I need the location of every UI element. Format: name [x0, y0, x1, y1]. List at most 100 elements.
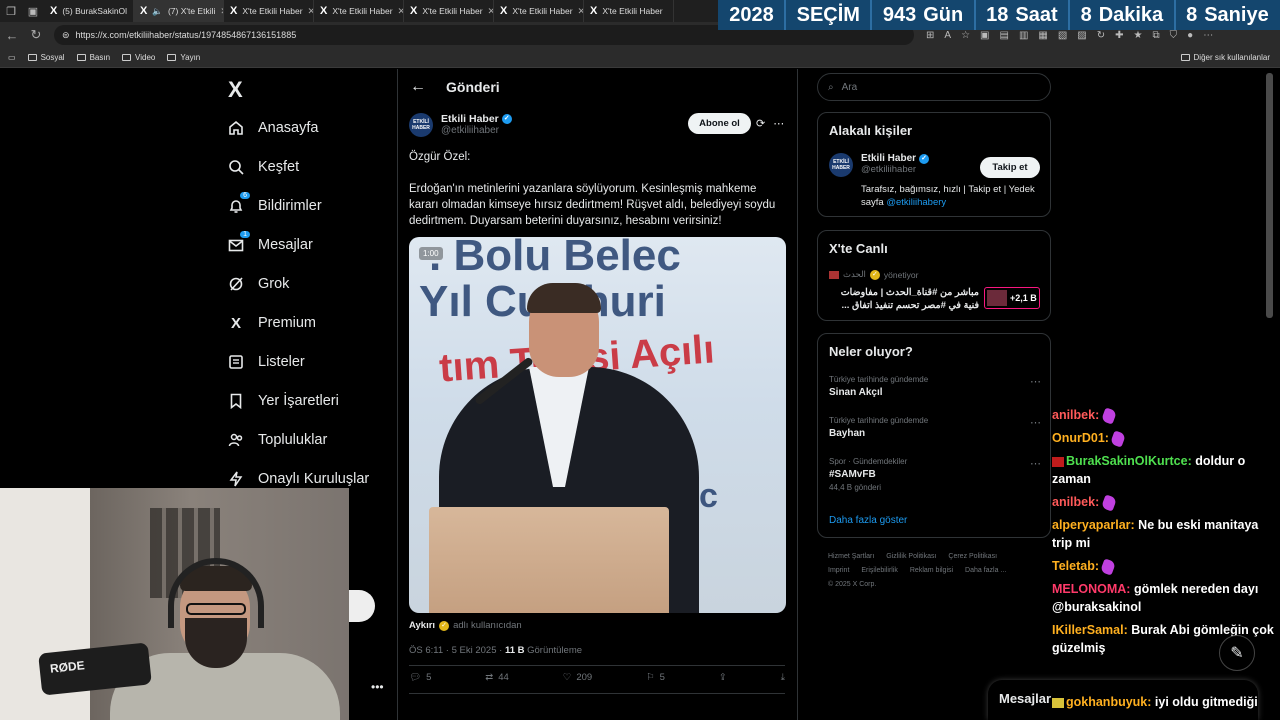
trend-more-icon[interactable]: ⋯ — [1030, 375, 1041, 388]
author-handle[interactable]: @etkiliihaber — [441, 125, 512, 136]
nav-item-premium[interactable]: X Premium — [228, 311, 316, 335]
like-button[interactable]: ♡ 209 — [563, 672, 592, 683]
reply-button[interactable]: 💬︎ 5 — [409, 672, 431, 683]
related-people-card: Alakalı kişiler ETKİLİ HABER Etkili Habe… — [817, 112, 1051, 217]
trend-context: Türkiye tarihinde gündemde — [829, 416, 929, 425]
site-info-icon[interactable]: ⊜ — [62, 30, 70, 41]
extension-icon[interactable]: ▣ — [980, 30, 989, 41]
footer-link[interactable]: Hizmet Şartları — [828, 553, 874, 560]
star-icon[interactable]: ☆ — [961, 30, 970, 41]
bookmark-icon — [228, 393, 244, 409]
share-button[interactable]: ⇪ — [719, 672, 727, 683]
avatar[interactable]: ETKİLİ HABER — [829, 153, 853, 177]
puzzle-icon[interactable]: ✚ — [1115, 30, 1123, 41]
other-bookmarks[interactable]: Diğer sık kullanılanlar — [1180, 53, 1270, 62]
browser-tab[interactable]: XX'te Etkili Haber✕ — [404, 0, 494, 22]
nav-item-explore[interactable]: Keşfet — [228, 155, 299, 179]
extension-icon[interactable]: ▨ — [1077, 30, 1086, 41]
apps-icon[interactable]: ⊞ — [926, 30, 934, 41]
nav-item-grok[interactable]: Grok — [228, 272, 289, 296]
verified-badge-icon: ✓ — [501, 114, 512, 124]
browser-tab[interactable]: XX'te Etkili Haber✕ — [224, 0, 314, 22]
back-icon[interactable]: ← — [0, 28, 24, 43]
bio-link[interactable]: @etkiliihabery — [886, 197, 946, 208]
extension-icon[interactable]: ▦ — [1038, 30, 1047, 41]
favorites-icon[interactable]: ★ — [1134, 30, 1143, 41]
search-input[interactable]: ⌕ Ara — [817, 73, 1051, 101]
back-arrow-icon[interactable]: ← — [410, 78, 426, 96]
follow-button[interactable]: Takip et — [980, 157, 1040, 178]
trend-item[interactable]: Spor · Gündemdekiler #SAMvFB 44,4 B gönd… — [829, 457, 1041, 492]
bookmark-button[interactable]: ⚐ 5 — [646, 672, 665, 683]
bookmark-folder[interactable]: Basın — [76, 53, 110, 62]
x-logo[interactable]: X — [228, 77, 243, 103]
nav-label: Listeler — [258, 354, 305, 370]
refresh-extension-icon[interactable]: ↻ — [1097, 30, 1105, 41]
more-icon[interactable]: ••• — [371, 680, 384, 694]
bookmark-folder[interactable]: Yayın — [167, 53, 200, 62]
scrollbar[interactable] — [1266, 73, 1273, 318]
reload-icon[interactable]: ↻ — [24, 27, 48, 43]
browser-tab-active[interactable]: X🔈(7) X'te Etkili✕ — [134, 0, 224, 22]
trend-item[interactable]: Türkiye tarihinde gündemde Bayhan ⋯ — [829, 416, 1041, 439]
attribution-name[interactable]: Aykırı — [409, 620, 435, 631]
mail-icon: 1 — [228, 231, 250, 253]
nav-item-notifications[interactable]: 6 Bildirimler — [228, 192, 322, 218]
person-handle[interactable]: @etkiliihaber — [861, 164, 929, 175]
footer-link[interactable]: Çerez Politikası — [948, 553, 997, 560]
reading-list-icon[interactable]: ▭ — [8, 53, 16, 62]
bookmark-folder[interactable]: Video — [122, 53, 155, 62]
post-timestamp[interactable]: ÖS 6:11 · 5 Eki 2025 · — [409, 645, 502, 656]
footer-link[interactable]: Reklam bilgisi — [910, 567, 953, 574]
video-attribution[interactable]: Aykırı ✓ adlı kullanıcıdan — [409, 620, 522, 631]
related-person[interactable]: ETKİLİ HABER Etkili Haber ✓ @etkiliihaber — [829, 153, 930, 177]
trend-more-icon[interactable]: ⋯ — [1030, 457, 1041, 470]
footer-link[interactable]: Gizlilik Politikası — [886, 553, 936, 560]
nav-item-lists[interactable]: Listeler — [228, 350, 305, 374]
nav-item-communities[interactable]: Topluluklar — [228, 428, 327, 452]
author-name[interactable]: Etkili Haber — [441, 113, 499, 125]
extension-icon[interactable]: ▤ — [999, 30, 1008, 41]
nav-item-home[interactable]: Anasayfa — [228, 116, 318, 140]
browser-tab[interactable]: X (5) BurakSakinOl — [44, 0, 134, 22]
collections-icon[interactable]: ⧉ — [1153, 30, 1160, 41]
video-duration: 1:00 — [419, 247, 443, 260]
show-more-link[interactable]: Daha fazla göster — [829, 515, 907, 526]
compose-message-icon[interactable]: ✎ — [1219, 635, 1255, 671]
extension-icon[interactable]: ▧ — [1058, 30, 1067, 41]
trend-more-icon[interactable]: ⋯ — [1030, 416, 1041, 429]
avatar[interactable]: ETKİLİ HABER — [409, 113, 433, 137]
nav-item-messages[interactable]: 1 Mesajlar — [228, 231, 313, 257]
footer-link[interactable]: Daha fazla ... — [965, 567, 1006, 574]
post-video[interactable]: . Bolu Belec Yıl Cumhuri tım Tesisi Açıl… — [409, 237, 786, 613]
browser-tab[interactable]: XX'te Etkili Haber✕ — [494, 0, 584, 22]
people-icon — [228, 432, 244, 448]
workspaces-icon[interactable]: ❐ — [0, 0, 22, 22]
extension-icon[interactable]: ▥ — [1019, 30, 1028, 41]
divider — [409, 693, 785, 694]
grok-explain-icon[interactable]: ⟳ — [756, 117, 765, 130]
live-item[interactable]: الحدث ✓ yönetiyor مباشر من #قناة_الحدث | م… — [829, 269, 1041, 312]
read-aloud-icon[interactable]: A — [944, 30, 951, 41]
person-name[interactable]: Etkili Haber — [861, 153, 916, 164]
footer-link[interactable]: Erişilebilirlik — [861, 567, 898, 574]
trend-item[interactable]: Türkiye tarihinde gündemde Sinan Akçıl ⋯ — [829, 375, 1041, 398]
subscribe-button[interactable]: Abone ol — [688, 113, 751, 134]
chat-message: MELONOMA: gömlek nereden dayı @buraksaki… — [1052, 580, 1278, 616]
repost-button[interactable]: ⇄ 44 — [485, 672, 509, 683]
profile-avatar-icon[interactable]: ● — [1187, 30, 1193, 41]
browser-tab[interactable]: XX'te Etkili Haber✕ — [314, 0, 404, 22]
tab-actions-icon[interactable]: ▣ — [22, 0, 44, 22]
speaker-icon[interactable]: 🔈 — [152, 6, 163, 17]
shield-icon[interactable]: ⛉ — [1170, 30, 1178, 41]
more-options-icon[interactable]: ⋯ — [773, 117, 784, 130]
more-icon[interactable]: ⋯ — [1203, 30, 1213, 41]
footer-link[interactable]: Imprint — [828, 567, 849, 574]
speaker-hair — [527, 283, 601, 313]
browser-tab[interactable]: X X'te Etkili Haber — [584, 0, 674, 22]
nav-label: Mesajlar — [258, 237, 313, 253]
bookmark-folder[interactable]: Sosyal — [27, 53, 65, 62]
post-author[interactable]: ETKİLİ HABER Etkili Haber ✓ @etkiliihaber — [409, 113, 512, 137]
download-button[interactable]: ⤓ — [781, 672, 785, 683]
nav-item-bookmarks[interactable]: Yer İşaretleri — [228, 389, 339, 413]
